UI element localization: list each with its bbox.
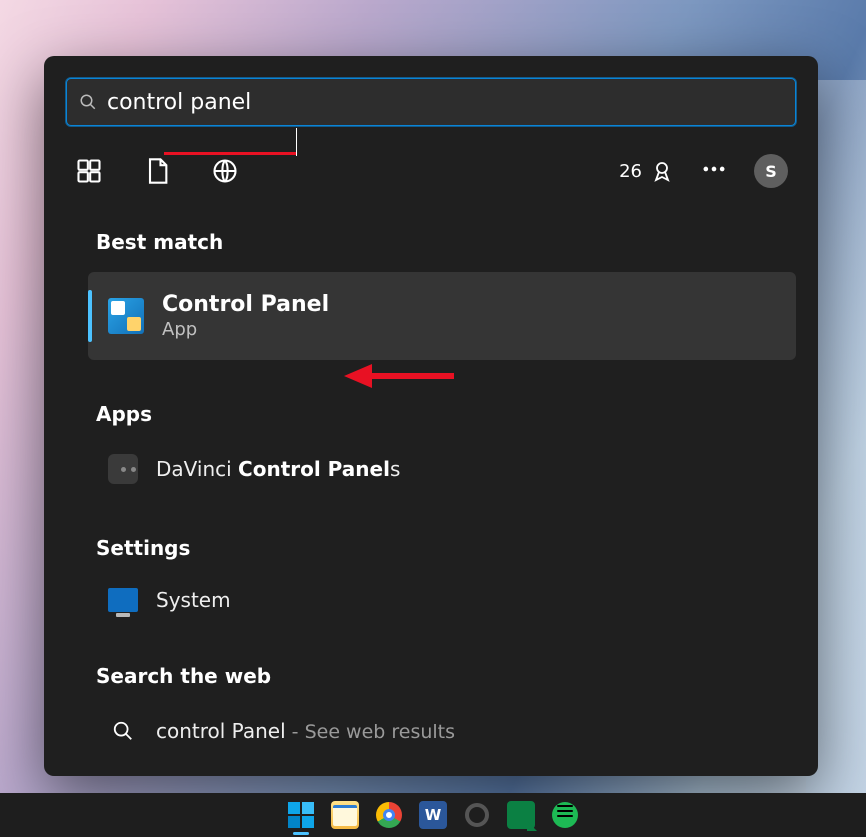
app-result-davinci[interactable]: DaVinci Control Panels — [102, 444, 796, 494]
start-search-flyout: 26 S Best match Control Panel App — [44, 56, 818, 776]
desktop-wallpaper: 26 S Best match Control Panel App — [0, 0, 866, 837]
user-avatar[interactable]: S — [754, 154, 788, 188]
davinci-icon — [108, 454, 138, 484]
settings-result-system[interactable]: System — [102, 578, 796, 622]
best-match-result[interactable]: Control Panel App — [88, 272, 796, 360]
web-result[interactable]: control Panel - See web results — [102, 706, 796, 756]
opera-icon — [465, 803, 489, 827]
taskbar-word[interactable]: W — [419, 801, 447, 829]
best-match-title: Control Panel — [162, 292, 329, 317]
more-button[interactable] — [700, 155, 728, 187]
monitor-icon — [108, 588, 138, 612]
filter-web-icon[interactable] — [210, 156, 240, 186]
search-box[interactable] — [66, 78, 796, 126]
taskbar-opera-gx[interactable] — [463, 801, 491, 829]
control-panel-icon — [108, 298, 144, 334]
text-caret — [296, 128, 297, 156]
section-best-match: Best match — [96, 230, 796, 254]
section-settings: Settings — [96, 536, 796, 560]
taskbar-chrome[interactable] — [375, 801, 403, 829]
taskbar: W — [0, 793, 866, 837]
web-result-text: control Panel - See web results — [156, 719, 455, 743]
best-match-subtitle: App — [162, 319, 329, 340]
spotify-icon — [552, 802, 578, 828]
word-icon-letter: W — [425, 806, 442, 824]
search-input[interactable] — [107, 90, 783, 115]
selection-accent — [88, 290, 92, 342]
search-icon — [108, 716, 138, 746]
search-filter-row: 26 S — [66, 154, 796, 188]
filter-apps-icon[interactable] — [74, 156, 104, 186]
taskbar-file-explorer[interactable] — [331, 801, 359, 829]
annotation-arrow — [344, 356, 464, 396]
avatar-initial: S — [765, 162, 777, 181]
app-result-text: DaVinci Control Panels — [156, 457, 400, 481]
section-search-web: Search the web — [96, 664, 796, 688]
windows-logo-icon — [288, 802, 314, 828]
taskbar-google-chat[interactable] — [507, 801, 535, 829]
taskbar-spotify[interactable] — [551, 801, 579, 829]
search-icon — [79, 93, 97, 111]
ellipsis-icon — [700, 155, 728, 183]
filter-documents-icon[interactable] — [142, 156, 172, 186]
section-apps: Apps — [96, 402, 796, 426]
spellcheck-underline — [164, 152, 296, 155]
settings-result-text: System — [156, 588, 231, 612]
medal-icon — [650, 159, 674, 183]
rewards-count: 26 — [619, 161, 642, 182]
taskbar-start-button[interactable] — [287, 801, 315, 829]
rewards-counter[interactable]: 26 — [619, 159, 674, 183]
chrome-icon — [376, 802, 402, 828]
